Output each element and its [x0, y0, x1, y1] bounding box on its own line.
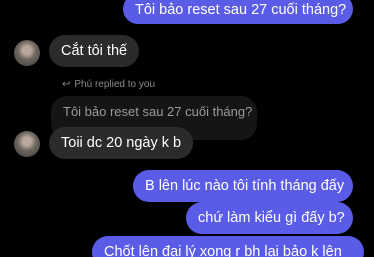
chat-thread: Tôi bảo reset sau 27 cuối tháng? Cắt tôi… — [0, 0, 374, 257]
message-text: B lên lúc nào tôi tính tháng đấy — [145, 178, 345, 194]
message-text: chứ làm kiểu gì đấy b? — [198, 210, 345, 226]
message-text: Tôi bảo reset sau 27 cuối tháng? — [135, 2, 347, 18]
outgoing-message-bubble[interactable]: Chốt lên đại lý xong r bh lại bảo k lên — [92, 236, 364, 257]
reply-arrow-icon: ↩ — [62, 79, 71, 90]
avatar[interactable] — [14, 131, 40, 157]
incoming-message-bubble[interactable]: Toii dc 20 ngày k b — [49, 127, 193, 159]
outgoing-message-bubble[interactable]: chứ làm kiểu gì đấy b? — [186, 202, 353, 234]
avatar[interactable] — [14, 40, 40, 66]
outgoing-message-bubble[interactable]: B lên lúc nào tôi tính tháng đấy — [133, 170, 353, 202]
reply-indicator: ↩ Phú replied to you — [62, 79, 155, 91]
quoted-text: Tôi bảo reset sau 27 cuối tháng? — [63, 104, 253, 119]
message-text: Chốt lên đại lý xong r bh lại bảo k lên — [104, 244, 342, 257]
reply-label: Phú replied to you — [74, 79, 156, 90]
outgoing-message-bubble[interactable]: Tôi bảo reset sau 27 cuối tháng? — [123, 0, 353, 24]
message-text: Cắt tôi thế — [61, 43, 128, 59]
incoming-message-bubble[interactable]: Cắt tôi thế — [49, 35, 139, 67]
message-text: Toii dc 20 ngày k b — [61, 135, 182, 151]
